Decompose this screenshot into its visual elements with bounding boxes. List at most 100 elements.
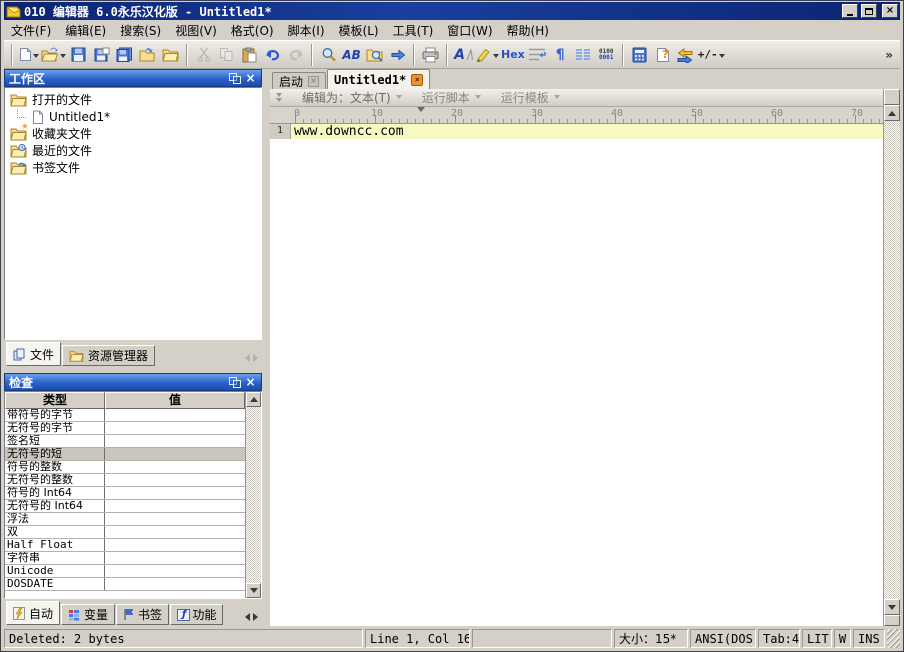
- scroll-right-icon[interactable]: [253, 354, 258, 362]
- tab-close-icon[interactable]: ×: [308, 76, 319, 87]
- word-wrap-button[interactable]: [526, 42, 549, 67]
- scroll-right-icon[interactable]: [253, 613, 258, 621]
- cut-button[interactable]: [192, 42, 215, 67]
- run-script-dropdown[interactable]: 运行脚本: [422, 89, 481, 106]
- inc-dec-dropdown-icon[interactable]: [719, 54, 725, 61]
- collapse-chevron-icon[interactable]: [276, 93, 282, 102]
- find-button[interactable]: [317, 42, 340, 67]
- table-row-selected[interactable]: 无符号的短: [5, 448, 245, 461]
- convert-button[interactable]: [674, 42, 697, 67]
- save-all-button[interactable]: [113, 42, 136, 67]
- column-header-type[interactable]: 类型: [5, 392, 105, 409]
- tab-untitled1[interactable]: Untitled1* ×: [327, 69, 430, 89]
- column-mode-button[interactable]: [572, 42, 595, 67]
- table-row[interactable]: Half Float: [5, 539, 245, 552]
- hex-button[interactable]: Hex: [500, 42, 526, 67]
- menu-item-tools[interactable]: 工具(T): [386, 20, 441, 41]
- minimize-button[interactable]: [842, 4, 858, 18]
- paste-button[interactable]: [238, 42, 261, 67]
- tree-item-bookmark-files[interactable]: 书签文件: [5, 159, 261, 176]
- tab-functions[interactable]: ƒ 功能: [170, 604, 223, 625]
- table-row[interactable]: 无符号的字节: [5, 422, 245, 435]
- redo-button[interactable]: [284, 42, 307, 67]
- tab-startup[interactable]: 启动 ×: [272, 72, 326, 89]
- status-encoding[interactable]: ANSI(DOS): [690, 629, 756, 648]
- table-row[interactable]: 字符串: [5, 552, 245, 565]
- run-template-dropdown[interactable]: 运行模板: [501, 89, 560, 106]
- resize-grip[interactable]: [887, 629, 900, 648]
- highlight-dropdown-icon[interactable]: [493, 54, 499, 61]
- table-row[interactable]: 符号的整数: [5, 461, 245, 474]
- scrollbar-bottom-button[interactable]: [884, 615, 900, 626]
- status-tab-size[interactable]: Tab:4: [758, 629, 800, 648]
- menu-item-search[interactable]: 搜索(S): [113, 20, 168, 41]
- editor-line[interactable]: 1 www.downcc.com: [270, 124, 883, 139]
- tab-variables[interactable]: 变量: [61, 604, 115, 625]
- tab-auto[interactable]: 自动: [6, 601, 60, 625]
- scroll-down-button[interactable]: [884, 599, 900, 615]
- folder-button[interactable]: [159, 42, 182, 67]
- replace-button[interactable]: AB: [340, 42, 363, 67]
- menu-item-scripts[interactable]: 脚本(I): [281, 20, 332, 41]
- status-lit-mode[interactable]: LIT: [802, 629, 832, 648]
- menu-item-window[interactable]: 窗口(W): [440, 20, 499, 41]
- new-file-button[interactable]: [17, 42, 40, 67]
- menu-item-edit[interactable]: 编辑(E): [58, 20, 113, 41]
- inspector-scrollbar[interactable]: [245, 392, 261, 598]
- menu-item-format[interactable]: 格式(O): [224, 20, 281, 41]
- edit-as-dropdown[interactable]: 编辑为：文本(T): [302, 89, 402, 106]
- table-row[interactable]: 无符号的整数: [5, 474, 245, 487]
- vertical-splitter[interactable]: [262, 69, 270, 626]
- workspace-float-button[interactable]: [228, 72, 241, 84]
- tab-explorer[interactable]: 资源管理器: [62, 345, 155, 366]
- toolbar-overflow-button[interactable]: »: [885, 48, 897, 62]
- calculator-button[interactable]: [628, 42, 651, 67]
- table-row[interactable]: DOSDATE: [5, 578, 245, 591]
- menu-item-help[interactable]: 帮助(H): [500, 20, 556, 41]
- tree-item-recent-files[interactable]: 最近的文件: [5, 142, 261, 159]
- line-text[interactable]: www.downcc.com: [291, 124, 883, 139]
- binary-view-button[interactable]: 01000001: [595, 42, 618, 67]
- table-row[interactable]: 浮法: [5, 513, 245, 526]
- scrollbar-track[interactable]: [246, 407, 261, 583]
- inc-dec-button[interactable]: +/-: [697, 42, 726, 67]
- template-results-button[interactable]: ?: [651, 42, 674, 67]
- table-row[interactable]: 符号的 Int64: [5, 487, 245, 500]
- close-button[interactable]: ×: [882, 4, 898, 18]
- workspace-close-button[interactable]: ×: [244, 72, 257, 84]
- table-row[interactable]: 带符号的字节: [5, 409, 245, 422]
- new-file-dropdown-icon[interactable]: [33, 54, 39, 61]
- save-button[interactable]: [67, 42, 90, 67]
- find-in-files-button[interactable]: [363, 42, 386, 67]
- maximize-button[interactable]: [861, 4, 877, 18]
- table-row[interactable]: 签名短: [5, 435, 245, 448]
- tab-bookmarks[interactable]: 书签: [116, 604, 169, 625]
- scroll-down-button[interactable]: [246, 583, 261, 598]
- scroll-up-button[interactable]: [246, 392, 261, 407]
- copy-button[interactable]: [215, 42, 238, 67]
- show-paragraph-button[interactable]: ¶: [549, 42, 572, 67]
- open-file-dropdown-icon[interactable]: [60, 54, 66, 61]
- status-w-mode[interactable]: W: [834, 629, 851, 648]
- highlight-button[interactable]: [475, 42, 500, 67]
- editor-scrollbar[interactable]: [883, 89, 900, 626]
- tab-close-icon[interactable]: ×: [411, 74, 423, 86]
- menu-item-view[interactable]: 视图(V): [168, 20, 224, 41]
- save-as-button[interactable]: [90, 42, 113, 67]
- table-row[interactable]: 无符号的 Int64: [5, 500, 245, 513]
- tree-item-open-files[interactable]: 打开的文件: [5, 91, 261, 108]
- goto-button[interactable]: [386, 42, 409, 67]
- tree-item-favorite-files[interactable]: ★ 收藏夹文件: [5, 125, 261, 142]
- scroll-up-button[interactable]: [884, 105, 900, 121]
- scrollbar-top-button[interactable]: [884, 89, 900, 105]
- scroll-left-icon[interactable]: [245, 613, 250, 621]
- status-insert-mode[interactable]: INS: [853, 629, 885, 648]
- font-button[interactable]: A: [452, 42, 475, 67]
- menu-item-file[interactable]: 文件(F): [4, 20, 58, 41]
- print-button[interactable]: [419, 42, 442, 67]
- tree-item-untitled1[interactable]: Untitled1*: [5, 108, 261, 125]
- open-file-button[interactable]: [40, 42, 67, 67]
- table-row[interactable]: 双: [5, 526, 245, 539]
- inspector-close-button[interactable]: ×: [244, 376, 257, 388]
- text-editor-content[interactable]: 1 www.downcc.com: [270, 124, 883, 626]
